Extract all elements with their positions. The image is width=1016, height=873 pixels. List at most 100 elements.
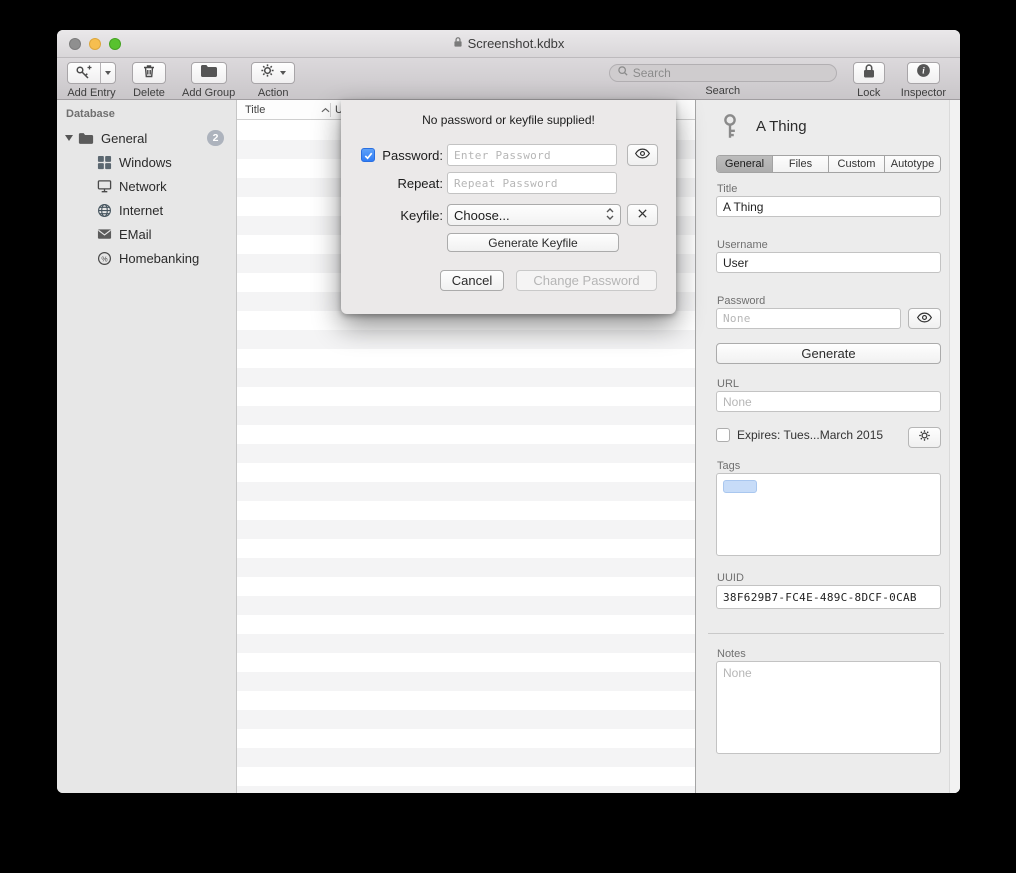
sidebar: Database General 2 Windows: [57, 100, 237, 793]
window-title: Screenshot.kdbx: [453, 36, 565, 51]
envelope-icon: [96, 226, 112, 242]
password-dialog: No password or keyfile supplied! Passwor…: [341, 100, 676, 314]
add-group-toolbar-item: Add Group: [182, 62, 235, 99]
tags-box[interactable]: [716, 473, 941, 556]
eye-icon: [916, 310, 933, 328]
reveal-password-button[interactable]: [908, 308, 941, 329]
sidebar-item-windows[interactable]: Windows: [57, 150, 236, 174]
tab-general[interactable]: General: [717, 156, 773, 172]
inspector-divider: [708, 633, 944, 634]
gear-icon: [260, 63, 275, 83]
sidebar-item-label: Windows: [119, 155, 172, 170]
inspector-tabs: General Files Custom Autotype: [716, 155, 941, 173]
add-entry-dropdown[interactable]: [100, 63, 115, 83]
search-icon: [617, 64, 629, 82]
entry-title: A Thing: [756, 118, 807, 135]
notes-field[interactable]: [716, 661, 941, 754]
titlebar[interactable]: Screenshot.kdbx: [57, 30, 960, 58]
clear-keyfile-button[interactable]: [627, 204, 658, 226]
password-field-label: Password: [717, 295, 765, 307]
inspector-label: Inspector: [901, 87, 946, 99]
inspector-scrollbar[interactable]: [949, 100, 960, 793]
sort-ascending-icon: [321, 104, 330, 116]
generate-keyfile-button[interactable]: Generate Keyfile: [447, 233, 619, 252]
expires-options-button[interactable]: [908, 427, 941, 448]
search-label: Search: [705, 85, 740, 97]
minimize-button[interactable]: [89, 38, 101, 50]
keyfile-dropdown[interactable]: Choose...: [447, 204, 621, 226]
column-header-title[interactable]: Title: [237, 104, 330, 116]
action-button[interactable]: [251, 62, 295, 84]
tag-chip[interactable]: [723, 480, 757, 493]
zoom-button[interactable]: [109, 38, 121, 50]
sidebar-item-label: Network: [119, 179, 167, 194]
lock-button[interactable]: [853, 62, 885, 84]
tab-custom[interactable]: Custom: [829, 156, 885, 172]
search-input[interactable]: Search: [609, 64, 837, 82]
dialog-password-input[interactable]: [447, 144, 617, 166]
toolbar: Add Entry Delete Add Group: [57, 58, 960, 100]
notes-label: Notes: [717, 648, 746, 660]
action-toolbar-item: Action: [251, 62, 295, 99]
close-button[interactable]: [69, 38, 81, 50]
title-field[interactable]: [716, 196, 941, 217]
tags-label: Tags: [717, 460, 740, 472]
password-field[interactable]: [716, 308, 901, 329]
folder-plus-icon: [200, 64, 218, 83]
monitor-icon: [96, 178, 112, 194]
change-password-button: Change Password: [516, 270, 657, 291]
chevron-down-icon: [105, 71, 111, 75]
lock-toolbar-item: Lock: [853, 62, 885, 99]
check-icon: [363, 150, 374, 161]
inspector-panel: A Thing General Files Custom Autotype Ti…: [695, 100, 960, 793]
tab-files[interactable]: Files: [773, 156, 829, 172]
sidebar-item-label: Homebanking: [119, 251, 199, 266]
add-group-button[interactable]: [191, 62, 227, 84]
gear-icon: [918, 429, 931, 447]
sidebar-item-email[interactable]: EMail: [57, 222, 236, 246]
globe-icon: [96, 202, 112, 218]
username-field[interactable]: [716, 252, 941, 273]
delete-toolbar-item: Delete: [132, 62, 166, 99]
windows-grid-icon: [96, 154, 112, 170]
padlock-icon: [862, 63, 876, 84]
sidebar-item-label: EMail: [119, 227, 152, 242]
dialog-repeat-input[interactable]: [447, 172, 617, 194]
document-lock-icon: [453, 36, 463, 51]
generate-password-button[interactable]: Generate: [716, 343, 941, 364]
expires-checkbox[interactable]: [716, 428, 730, 442]
add-group-label: Add Group: [182, 87, 235, 99]
sidebar-item-network[interactable]: Network: [57, 174, 236, 198]
window-controls: [69, 38, 121, 50]
add-entry-button[interactable]: [67, 62, 116, 84]
add-entry-toolbar-item: Add Entry: [67, 62, 116, 99]
dialog-reveal-password-button[interactable]: [627, 144, 658, 166]
expires-row: Expires: Tues...March 2015: [716, 428, 883, 442]
svg-text:%: %: [101, 256, 107, 263]
uuid-field[interactable]: [716, 585, 941, 609]
url-field[interactable]: [716, 391, 941, 412]
delete-button[interactable]: [132, 62, 166, 84]
trash-icon: [141, 63, 157, 84]
sidebar-item-label: Internet: [119, 203, 163, 218]
dialog-repeat-label: Repeat:: [377, 176, 443, 191]
action-label: Action: [258, 87, 289, 99]
password-checkbox[interactable]: [361, 148, 375, 162]
sidebar-item-homebanking[interactable]: % Homebanking: [57, 246, 236, 270]
chevron-down-icon: [280, 71, 286, 75]
folder-icon: [78, 130, 94, 146]
sidebar-group-general[interactable]: General 2: [57, 126, 236, 150]
dialog-message: No password or keyfile supplied!: [341, 113, 676, 127]
inspector-button[interactable]: i: [907, 62, 940, 84]
sidebar-item-internet[interactable]: Internet: [57, 198, 236, 222]
cancel-button[interactable]: Cancel: [440, 270, 504, 291]
disclosure-triangle-icon[interactable]: [65, 135, 73, 141]
group-label: General: [101, 131, 147, 146]
uuid-label: UUID: [717, 572, 744, 584]
expires-label: Expires: Tues...March 2015: [737, 428, 883, 442]
url-field-label: URL: [717, 378, 739, 390]
key-icon: [718, 113, 742, 146]
add-entry-label: Add Entry: [67, 87, 115, 99]
eye-icon: [634, 146, 651, 164]
tab-autotype[interactable]: Autotype: [885, 156, 940, 172]
